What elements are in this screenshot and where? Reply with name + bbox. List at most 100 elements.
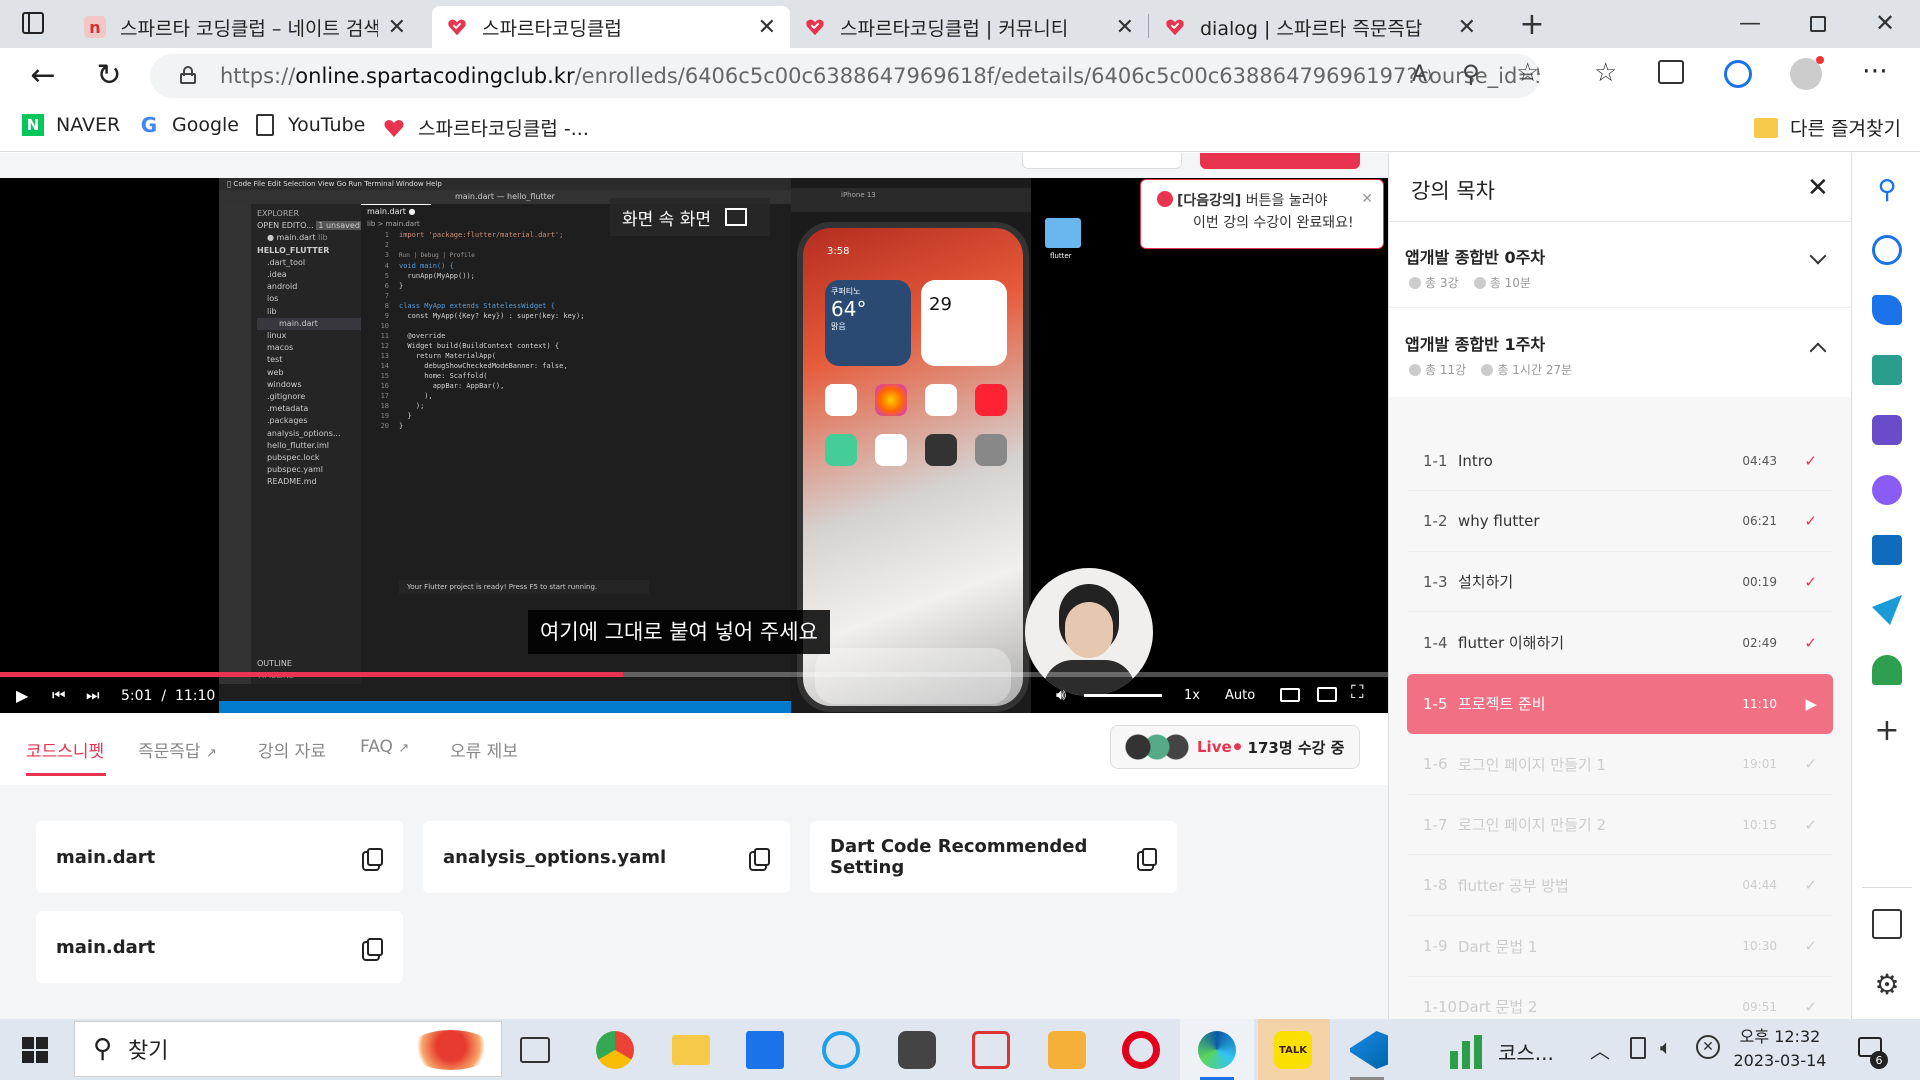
copy-icon[interactable] — [367, 848, 383, 866]
close-tab-icon[interactable]: ✕ — [758, 15, 776, 40]
file-tree-item[interactable]: macos — [257, 342, 361, 354]
tab-qna[interactable]: 즉문즉답 ↗ — [138, 737, 217, 762]
lecture-item-1-7[interactable]: 1-7 로그인 페이지 만들기 2 10:15 ✓ — [1407, 795, 1833, 856]
hide-sidebar-icon[interactable] — [1872, 909, 1902, 939]
file-tree-item[interactable]: README.md — [257, 476, 361, 488]
outlook-icon[interactable] — [1872, 535, 1902, 565]
profile-avatar[interactable] — [1790, 56, 1824, 90]
tree-icon[interactable] — [1872, 655, 1902, 685]
lecture-item-1-5[interactable]: 1-5 프로젝트 준비 11:10 ▶ — [1407, 673, 1833, 734]
top-outline-button[interactable] — [1022, 153, 1182, 169]
file-tree-item[interactable]: main.dart — [257, 317, 361, 331]
snippet-dart-settings[interactable]: Dart Code Recommended Setting — [810, 821, 1177, 893]
file-tree-item[interactable]: android — [257, 281, 361, 293]
zoom-icon[interactable]: ⚲ — [1462, 60, 1480, 88]
games-icon[interactable] — [1872, 415, 1902, 445]
copy-icon[interactable] — [367, 938, 383, 956]
lecture-item-1-4[interactable]: 1-4 flutter 이해하기 02:49 ✓ — [1407, 613, 1833, 674]
lecture-item-1-6[interactable]: 1-6 로그인 페이지 만들기 1 19:01 ✓ — [1407, 735, 1833, 795]
taskbar-search[interactable]: ⚲ 찾기 — [74, 1021, 502, 1077]
close-tab-icon[interactable]: ✕ — [1116, 15, 1134, 40]
file-tree-item[interactable]: pubspec.yaml — [257, 464, 361, 476]
progress-track[interactable] — [0, 672, 1388, 677]
tab-dialog[interactable]: dialog | 스파르타 즉문즉답 ✕ — [1150, 6, 1490, 48]
file-tree-item[interactable]: .packages — [257, 415, 361, 427]
lecture-item-1-1[interactable]: 1-1 Intro 04:43 ✓ — [1407, 431, 1833, 491]
tab-actions-icon[interactable] — [22, 12, 44, 34]
snippet-analysis-options[interactable]: analysis_options.yaml — [423, 821, 790, 893]
internet-explorer-icon[interactable] — [822, 1031, 860, 1069]
file-tree-item[interactable]: hello_flutter.iml — [257, 440, 361, 452]
lecture-item-1-2[interactable]: 1-2 why flutter 06:21 ✓ — [1407, 492, 1833, 552]
close-tab-icon[interactable]: ✕ — [1458, 15, 1476, 40]
store-icon[interactable] — [746, 1031, 784, 1069]
taskbar-app-label[interactable]: 코스... — [1498, 1037, 1554, 1066]
pip-button-icon[interactable] — [1317, 687, 1337, 702]
tab-faq[interactable]: FAQ ↗ — [360, 737, 409, 757]
photo-app-icon[interactable] — [1048, 1031, 1086, 1069]
device-icon[interactable] — [1630, 1037, 1646, 1059]
captions-icon[interactable] — [1280, 688, 1300, 702]
bing-icon[interactable] — [1872, 235, 1902, 265]
bookmark-naver[interactable]: N NAVER — [22, 114, 120, 136]
file-tree-item[interactable]: linux — [257, 330, 361, 342]
task-view-icon[interactable] — [520, 1037, 550, 1063]
pip-overlay[interactable]: 화면 속 화면 — [610, 198, 770, 236]
video-player[interactable]:  Code File Edit Selection View Go Run T… — [0, 178, 1388, 713]
bookmark-youtube[interactable]: YouTube — [256, 114, 365, 136]
sync-app-icon[interactable] — [972, 1031, 1010, 1069]
file-tree-item[interactable]: .metadata — [257, 403, 361, 415]
snippet-main-dart[interactable]: main.dart — [36, 821, 403, 893]
week-0[interactable]: 앱개발 종합반 0주차 총 3강 총 10분 — [1389, 222, 1852, 308]
collections-icon[interactable] — [1658, 60, 1684, 84]
volume-icon[interactable]: 🔈︎ — [1660, 1035, 1672, 1059]
minimize-icon[interactable]: — — [1730, 8, 1770, 38]
next-icon[interactable]: ⏭ — [86, 686, 100, 704]
vscode-icon[interactable] — [1350, 1031, 1388, 1069]
search-icon[interactable]: ⚲ — [1872, 175, 1902, 205]
next-lecture-button[interactable] — [1200, 153, 1360, 169]
tab-report-error[interactable]: 오류 제보 — [450, 737, 518, 762]
copy-icon[interactable] — [1141, 848, 1157, 866]
prev-icon[interactable]: ⏮ — [52, 686, 66, 704]
speed-button[interactable]: 1x — [1184, 688, 1200, 703]
kakaotalk-icon[interactable]: TALK — [1274, 1031, 1312, 1069]
read-aloud-icon[interactable]: A) — [1412, 62, 1432, 87]
restore-icon[interactable] — [1810, 16, 1826, 32]
lecture-item-1-9[interactable]: 1-9 Dart 문법 1 10:30 ✓ — [1407, 917, 1833, 977]
microsoft-365-icon[interactable] — [1872, 475, 1902, 505]
play-icon[interactable]: ▶ — [16, 686, 28, 705]
week-1[interactable]: 앱개발 종합반 1주차 총 11강 총 1시간 27분 — [1389, 309, 1852, 395]
file-tree-item[interactable]: pubspec.lock — [257, 452, 361, 464]
close-tooltip-icon[interactable]: ✕ — [1361, 188, 1373, 210]
copy-icon[interactable] — [754, 848, 770, 866]
file-tree-item[interactable]: test — [257, 354, 361, 366]
file-tree-item[interactable]: analysis_options... — [257, 428, 361, 440]
tab-code-snippets[interactable]: 코드스니펫 — [26, 737, 104, 762]
lecture-item-1-3[interactable]: 1-3 설치하기 00:19 ✓ — [1407, 552, 1833, 613]
add-favorite-icon[interactable]: ☆ — [1516, 58, 1539, 88]
file-tree-item[interactable]: web — [257, 367, 361, 379]
fullscreen-icon[interactable]: ⛶ — [1351, 682, 1364, 703]
file-explorer-icon[interactable] — [672, 1035, 710, 1065]
quality-button[interactable]: Auto — [1225, 688, 1255, 703]
close-sidebar-icon[interactable]: ✕ — [1807, 173, 1829, 203]
tab-community[interactable]: 스파르타코딩클럽 | 커뮤니티 ✕ — [790, 6, 1148, 48]
add-icon[interactable]: + — [1872, 713, 1902, 748]
settings-icon[interactable]: ⚙ — [1872, 968, 1902, 1001]
file-tree-item[interactable]: ios — [257, 293, 361, 305]
address-bar[interactable]: https://online.spartacodingclub.kr/enrol… — [150, 54, 1540, 98]
favorites-icon[interactable]: ☆ — [1594, 58, 1617, 88]
volume-icon[interactable]: 🔊︎ — [1056, 685, 1066, 705]
clock[interactable]: 오후 12:32 2023-03-14 — [1732, 1025, 1828, 1073]
bookmark-google[interactable]: G Google — [138, 113, 239, 137]
opera-icon[interactable] — [1122, 1031, 1160, 1069]
file-tree-item[interactable]: windows — [257, 379, 361, 391]
file-tree-item[interactable]: .idea — [257, 269, 361, 281]
back-icon[interactable]: ← — [26, 58, 60, 93]
edge-browser-essentials-icon[interactable] — [1724, 60, 1752, 88]
new-tab-icon[interactable]: + — [1512, 6, 1552, 42]
more-menu-icon[interactable]: ⋯ — [1862, 56, 1888, 86]
other-favorites[interactable]: 다른 즐겨찾기 — [1754, 114, 1901, 141]
tab-nate-search[interactable]: n 스파르타 코딩클럽 – 네이트 검색 ✕ — [70, 6, 420, 48]
